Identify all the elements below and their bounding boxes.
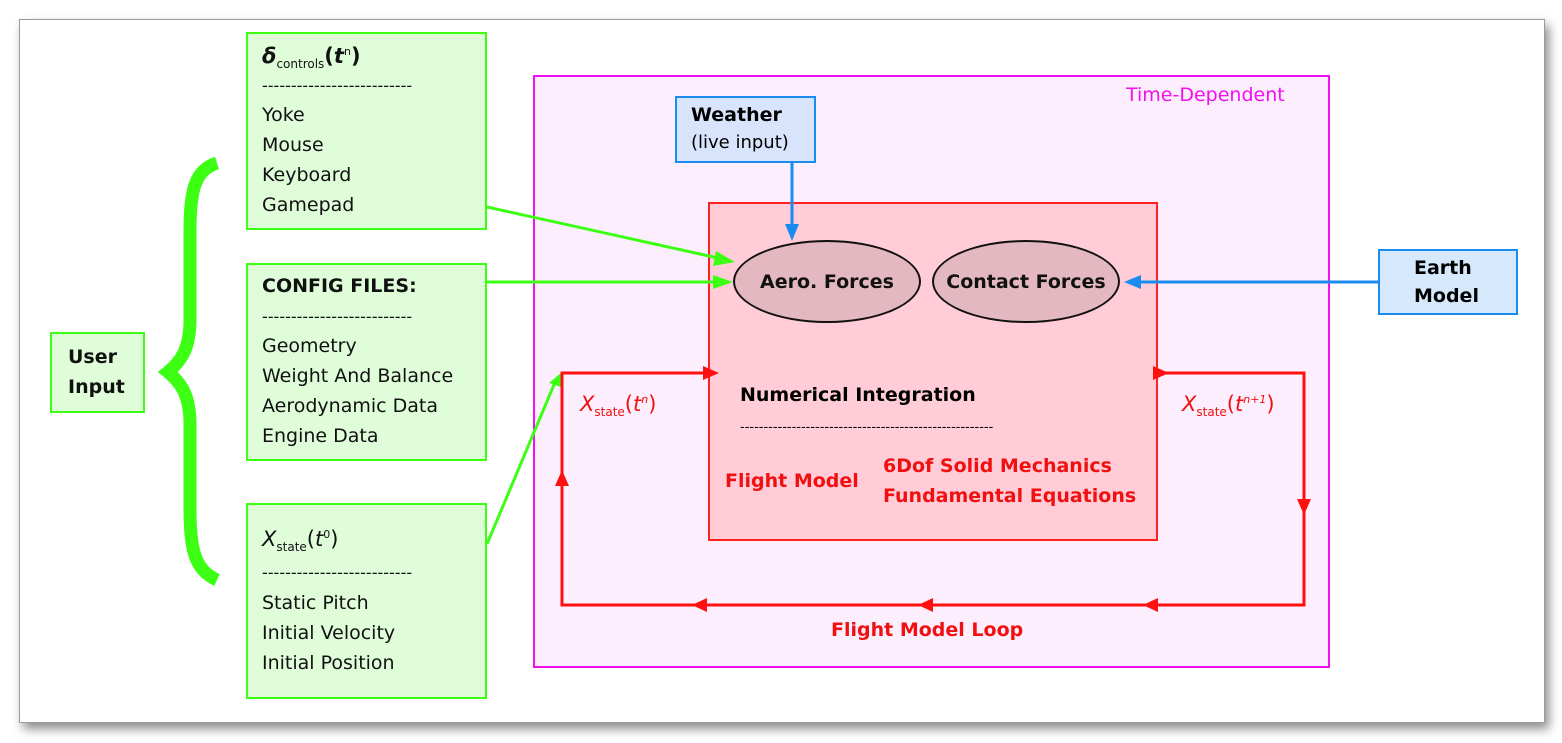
curly-brace-icon — [157, 156, 221, 586]
time-symbol: t — [333, 44, 344, 68]
paren-close: ) — [350, 44, 361, 68]
time-symbol: t — [1235, 392, 1244, 416]
config-item: Geometry — [262, 335, 357, 357]
aero-forces-node: Aero. Forces — [733, 240, 921, 323]
state-subscript: state — [594, 405, 625, 420]
controls-subscript: controls — [276, 57, 325, 72]
equations-line2: Fundamental Equations — [883, 485, 1137, 507]
initial-state-box: Xstate(t0) -------------------------- St… — [246, 503, 487, 699]
numerical-integration-separator: ----------------------------------------… — [740, 420, 994, 435]
state-out-label: Xstate(tn+1) — [1182, 392, 1275, 419]
arrowhead — [918, 598, 933, 612]
config-separator: -------------------------- — [262, 307, 413, 326]
user-input-box: User Input — [50, 332, 145, 413]
time-symbol: t — [315, 527, 324, 551]
user-input-line2: Input — [68, 376, 125, 398]
time-symbol: t — [633, 392, 642, 416]
flight-model-loop-label: Flight Model Loop — [831, 619, 1024, 641]
controls-item: Gamepad — [262, 194, 355, 216]
arrowhead — [1143, 598, 1158, 612]
arrowhead — [1153, 366, 1169, 380]
config-files-box: CONFIG FILES: --------------------------… — [246, 263, 487, 461]
paren-close: ) — [330, 527, 339, 551]
paren-open: ( — [324, 44, 334, 68]
numerical-integration-title: Numerical Integration — [740, 384, 976, 406]
initial-state-item: Static Pitch — [262, 592, 369, 614]
initial-state-item: Initial Position — [262, 652, 395, 674]
initial-state-item: Initial Velocity — [262, 622, 396, 644]
arrowhead — [703, 366, 719, 380]
arrowhead — [692, 598, 707, 612]
config-files-title: CONFIG FILES: — [262, 275, 417, 297]
arrowhead — [555, 470, 569, 486]
controls-item: Yoke — [262, 104, 305, 126]
arrowhead — [549, 372, 562, 387]
arrowhead — [1124, 275, 1141, 289]
paren-open: ( — [1226, 392, 1235, 416]
state-in-label: Xstate(tn) — [580, 392, 656, 419]
arrow-initial-state-to-loop — [485, 379, 558, 545]
state-symbol: X — [1182, 392, 1197, 416]
config-item: Engine Data — [262, 425, 379, 447]
paren-close: ) — [1266, 392, 1275, 416]
arrowhead — [713, 251, 735, 266]
controls-title: δcontrols(tn) — [262, 44, 361, 71]
time-superscript: n+1 — [1243, 393, 1267, 406]
initial-state-separator: -------------------------- — [262, 563, 413, 582]
user-input-line1: User — [68, 346, 117, 368]
earth-model-line1: Earth — [1414, 257, 1472, 279]
time-superscript: n — [343, 45, 351, 58]
equations-line1: 6Dof Solid Mechanics — [883, 455, 1112, 477]
config-item: Weight And Balance — [262, 365, 454, 387]
arrowhead — [713, 275, 733, 289]
earth-model-box: Earth Model — [1378, 249, 1518, 315]
config-item: Aerodynamic Data — [262, 395, 439, 417]
controls-item: Mouse — [262, 134, 324, 156]
arrowhead — [1297, 499, 1311, 515]
weather-title: Weather — [691, 104, 782, 126]
controls-box: δcontrols(tn) --------------------------… — [246, 32, 487, 230]
state-subscript: state — [1196, 405, 1227, 420]
paren-open: ( — [624, 392, 633, 416]
state-subscript: state — [276, 540, 307, 555]
contact-forces-node: Contact Forces — [932, 240, 1120, 323]
arrowhead — [785, 224, 799, 241]
controls-item: Keyboard — [262, 164, 352, 186]
flight-model-label: Flight Model — [725, 470, 859, 492]
initial-state-title: Xstate(t0) — [262, 527, 338, 554]
controls-separator: -------------------------- — [262, 76, 413, 95]
paren-close: ) — [648, 392, 657, 416]
arrow-controls-to-aero — [486, 205, 719, 260]
delta-symbol: δ — [262, 44, 277, 68]
earth-model-line2: Model — [1414, 285, 1479, 307]
state-symbol: X — [262, 527, 277, 551]
paren-open: ( — [306, 527, 315, 551]
weather-subtitle: (live input) — [691, 132, 789, 153]
weather-box: Weather (live input) — [675, 96, 816, 163]
state-symbol: X — [580, 392, 595, 416]
